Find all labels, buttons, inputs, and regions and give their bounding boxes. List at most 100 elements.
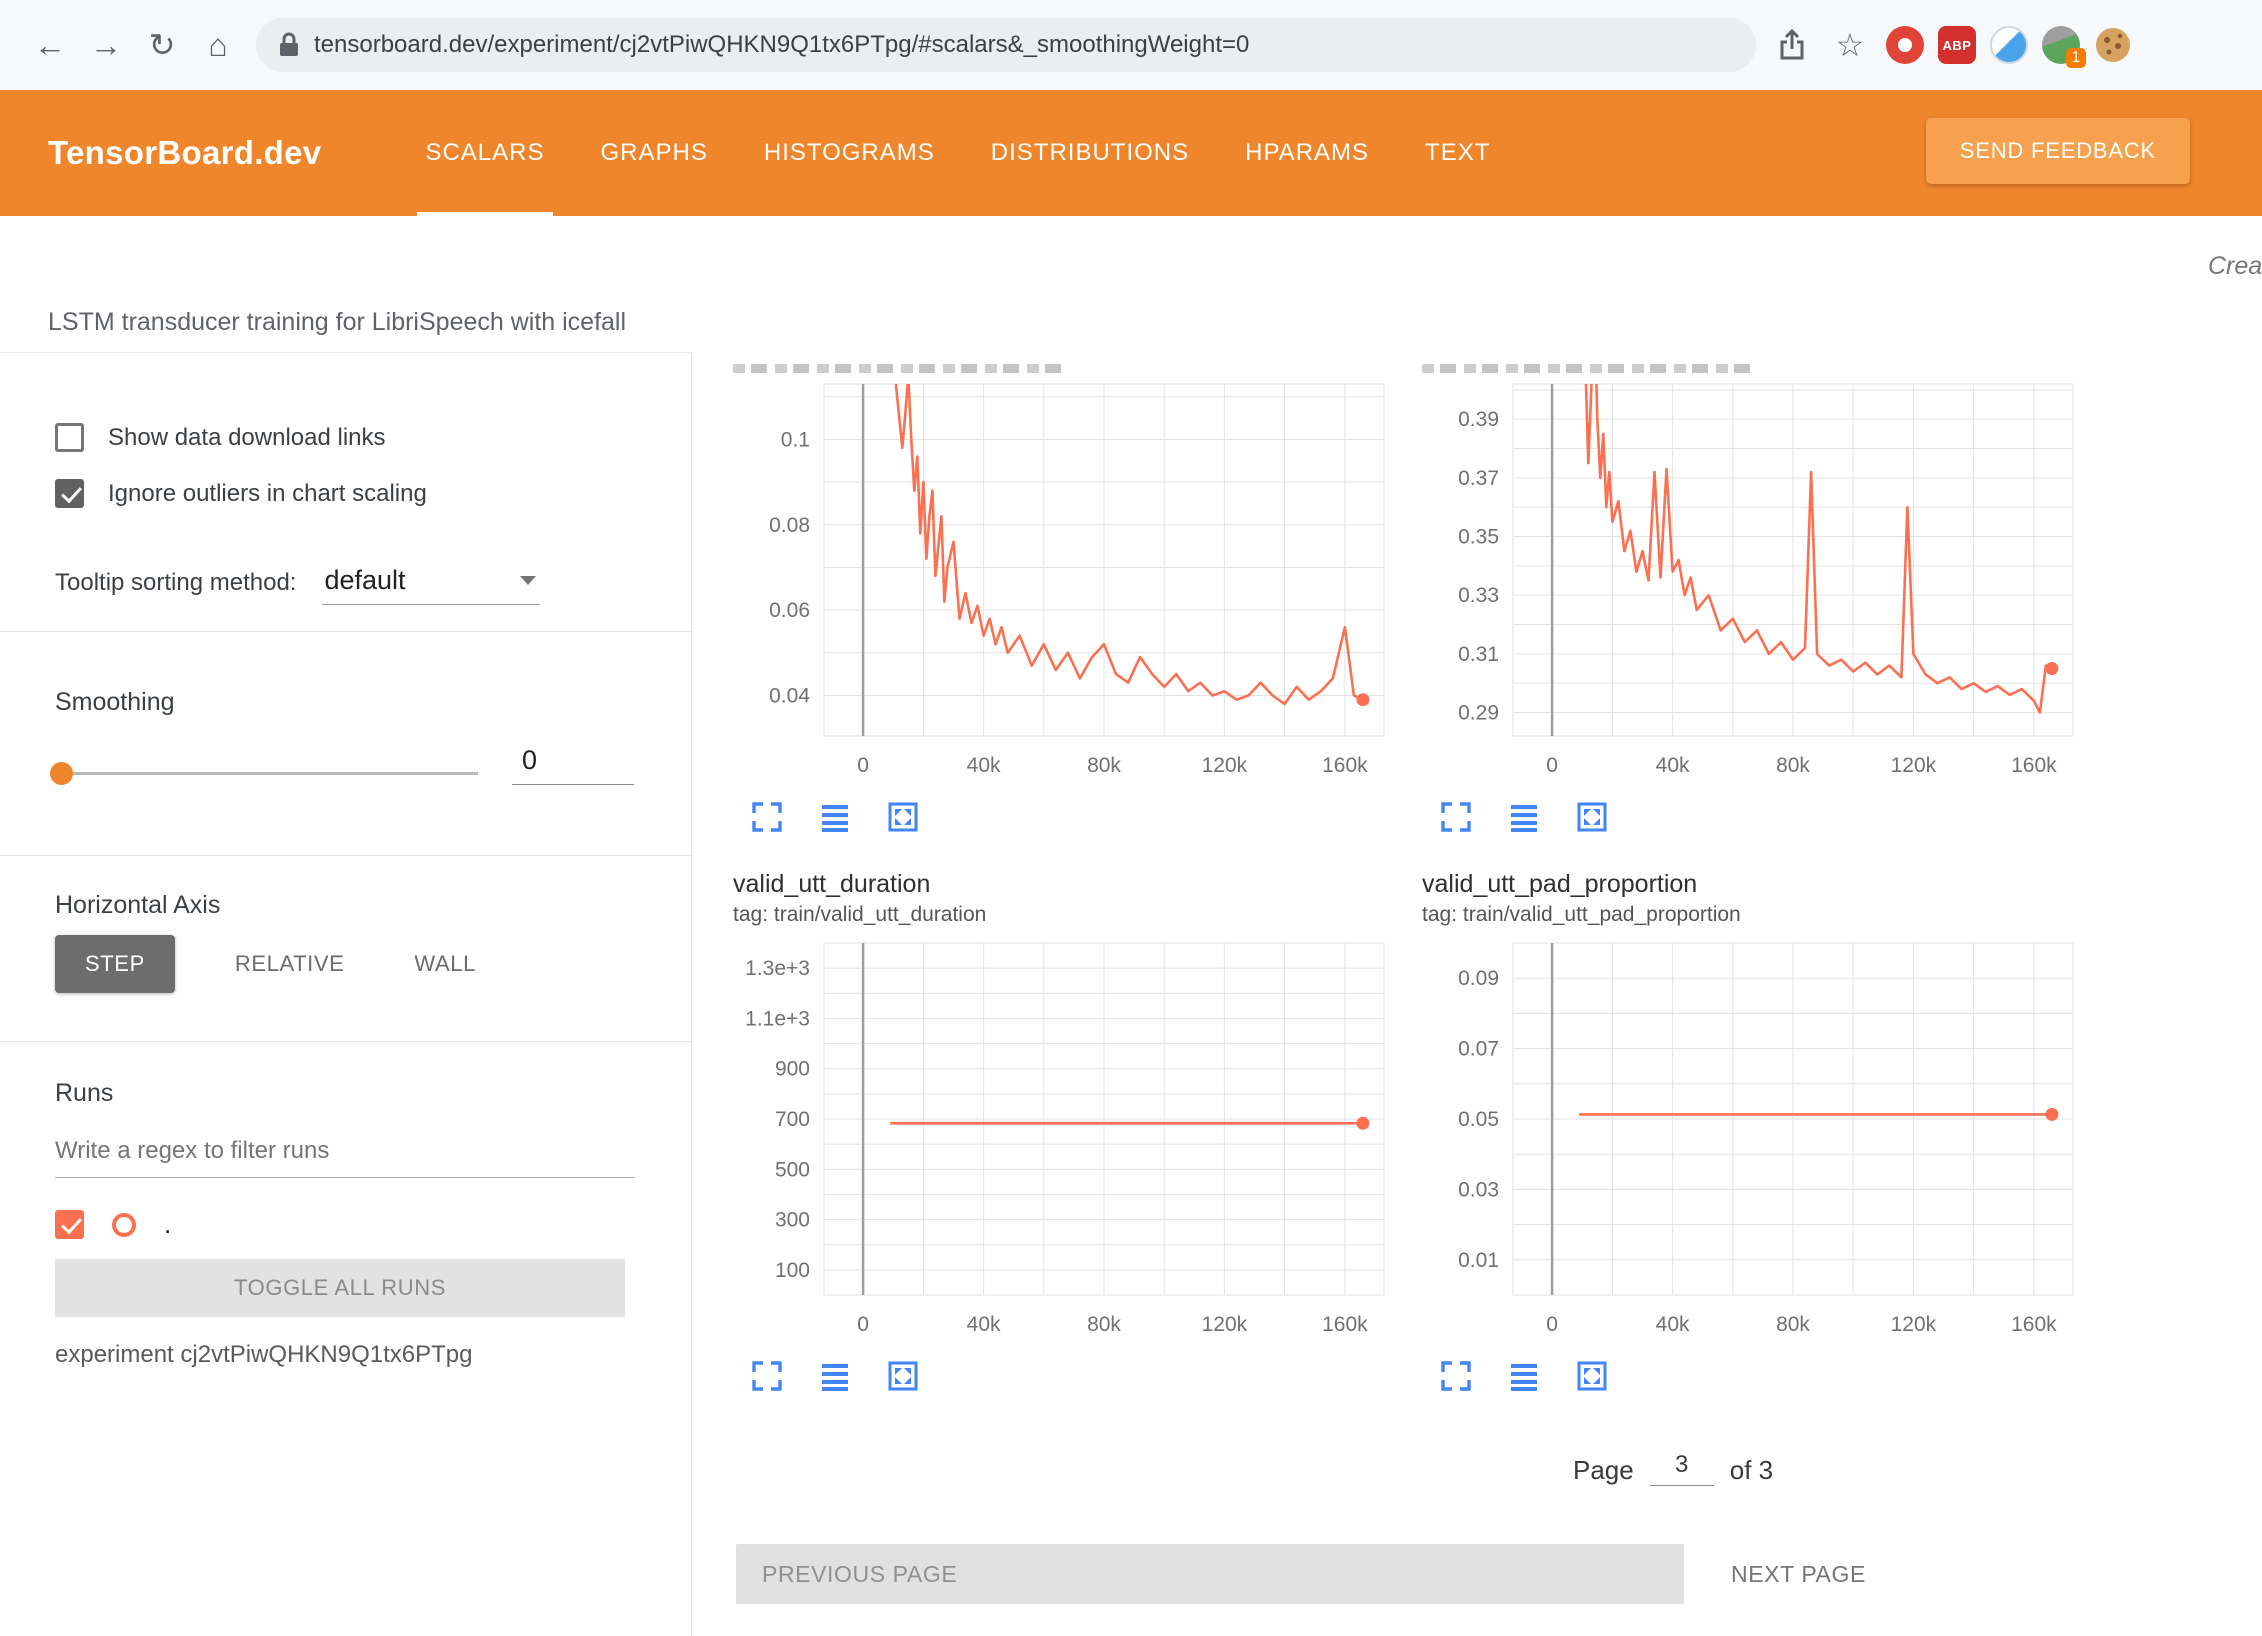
pagination: Page of 3 — [1573, 1450, 1773, 1486]
run-checkbox[interactable] — [55, 1210, 84, 1239]
clipped-chart-title — [733, 360, 1409, 374]
chart-card-top-right: 0.290.310.330.350.370.39040k80k120k160k — [1418, 360, 2098, 833]
chart-canvas[interactable]: 1003005007009001.1e+31.3e+3040k80k120k16… — [729, 933, 1409, 1350]
svg-text:0.01: 0.01 — [1458, 1249, 1499, 1272]
share-icon[interactable] — [1770, 17, 1814, 73]
previous-page-button[interactable]: PREVIOUS PAGE — [736, 1544, 1684, 1604]
browser-chrome: ← → ↻ ⌂ tensorboard.dev/experiment/cj2vt… — [0, 0, 2262, 90]
chart-title: valid_utt_duration — [733, 870, 1409, 900]
show-download-links-checkbox[interactable] — [55, 423, 84, 452]
svg-text:0.08: 0.08 — [769, 514, 810, 537]
svg-text:0.37: 0.37 — [1458, 467, 1499, 490]
clipped-chart-title — [1422, 360, 2098, 374]
profile-extension-icon[interactable]: 1 — [2042, 26, 2080, 64]
smoothing-value-input[interactable]: 0 — [512, 745, 634, 785]
abp-extension-icon[interactable]: ABP — [1938, 26, 1976, 64]
fit-domain-button[interactable] — [887, 801, 919, 833]
svg-text:0: 0 — [857, 754, 869, 777]
show-download-links-row: Show data download links — [55, 423, 386, 452]
ignore-outliers-label: Ignore outliers in chart scaling — [108, 480, 427, 508]
svg-text:0: 0 — [1546, 754, 1558, 777]
chart-tag: tag: train/valid_utt_duration — [733, 903, 1409, 927]
divider — [0, 855, 691, 856]
log-scale-button[interactable] — [819, 1360, 851, 1392]
tooltip-sorting-value: default — [324, 565, 405, 596]
chevron-down-icon — [520, 576, 536, 585]
bookmark-star-icon[interactable]: ☆ — [1828, 17, 1872, 73]
log-scale-button[interactable] — [819, 801, 851, 833]
cookie-extension-icon[interactable] — [2094, 26, 2132, 64]
horizontal-axis-options: STEP RELATIVE WALL — [55, 935, 486, 993]
svg-text:0.39: 0.39 — [1458, 408, 1499, 431]
blue-extension-icon[interactable] — [1990, 26, 2028, 64]
clipped-right-link[interactable]: Crea — [2208, 252, 2262, 281]
url-text[interactable]: tensorboard.dev/experiment/cj2vtPiwQHKN9… — [314, 31, 1249, 59]
run-color-swatch-icon[interactable] — [112, 1213, 136, 1237]
svg-text:40k: 40k — [967, 1313, 1001, 1336]
subheader: Crea LSTM transducer training for LibriS… — [0, 216, 2262, 352]
lock-icon — [278, 31, 300, 59]
next-page-button[interactable]: NEXT PAGE — [1713, 1544, 1884, 1604]
tab-hparams[interactable]: HPARAMS — [1245, 90, 1369, 216]
runs-filter-input[interactable] — [55, 1131, 635, 1178]
tab-distributions[interactable]: DISTRIBUTIONS — [991, 90, 1189, 216]
svg-text:0: 0 — [857, 1313, 869, 1336]
log-scale-button[interactable] — [1508, 1360, 1540, 1392]
svg-text:40k: 40k — [1656, 754, 1690, 777]
svg-text:1.1e+3: 1.1e+3 — [745, 1007, 810, 1030]
expand-chart-button[interactable] — [1440, 801, 1472, 833]
svg-text:40k: 40k — [1656, 1313, 1690, 1336]
svg-text:0.09: 0.09 — [1458, 967, 1499, 990]
svg-text:160k: 160k — [2011, 1313, 2057, 1336]
expand-chart-button[interactable] — [1440, 1360, 1472, 1392]
charts-panel: 0.040.060.080.1040k80k120k160k 0.290.310… — [693, 352, 2262, 1636]
adblock-extension-icon[interactable] — [1886, 26, 1924, 64]
expand-chart-button[interactable] — [751, 801, 783, 833]
ignore-outliers-checkbox[interactable] — [55, 479, 84, 508]
chart-card-valid-utt-duration: valid_utt_duration tag: train/valid_utt_… — [729, 870, 1409, 1392]
axis-step-button[interactable]: STEP — [55, 935, 175, 993]
experiment-id-label: experiment cj2vtPiwQHKN9Q1tx6PTpg — [55, 1341, 473, 1369]
chart-actions — [751, 801, 1409, 833]
tab-graphs[interactable]: GRAPHS — [601, 90, 708, 216]
reload-button[interactable]: ↻ — [134, 17, 190, 73]
send-feedback-button[interactable]: SEND FEEDBACK — [1926, 118, 2190, 184]
log-scale-button[interactable] — [1508, 801, 1540, 833]
tooltip-sorting-select[interactable]: default — [322, 565, 540, 605]
chart-actions — [751, 1360, 1409, 1392]
fit-domain-button[interactable] — [887, 1360, 919, 1392]
fit-domain-button[interactable] — [1576, 801, 1608, 833]
svg-text:0.04: 0.04 — [769, 685, 810, 708]
address-bar[interactable]: tensorboard.dev/experiment/cj2vtPiwQHKN9… — [256, 18, 1756, 72]
axis-wall-button[interactable]: WALL — [404, 935, 486, 993]
chart-canvas[interactable]: 0.040.060.080.1040k80k120k160k — [729, 374, 1409, 791]
svg-text:40k: 40k — [967, 754, 1001, 777]
smoothing-slider-thumb[interactable] — [50, 762, 73, 785]
axis-relative-button[interactable]: RELATIVE — [225, 935, 355, 993]
svg-text:0.29: 0.29 — [1458, 702, 1499, 725]
expand-chart-button[interactable] — [751, 1360, 783, 1392]
page-number-input[interactable] — [1650, 1450, 1714, 1486]
chart-canvas[interactable]: 0.010.030.050.070.09040k80k120k160k — [1418, 933, 2098, 1350]
svg-text:300: 300 — [775, 1209, 810, 1232]
back-button[interactable]: ← — [22, 17, 78, 73]
svg-text:120k: 120k — [1891, 1313, 1937, 1336]
chart-canvas[interactable]: 0.290.310.330.350.370.39040k80k120k160k — [1418, 374, 2098, 791]
run-name: . — [164, 1209, 171, 1240]
page-total-label: of 3 — [1730, 1455, 1773, 1486]
tab-scalars[interactable]: SCALARS — [425, 90, 544, 216]
forward-button[interactable]: → — [78, 17, 134, 73]
chart-card-top-left: 0.040.060.080.1040k80k120k160k — [729, 360, 1409, 833]
app-logo: TensorBoard.dev — [48, 134, 321, 172]
toggle-all-runs-button[interactable]: TOGGLE ALL RUNS — [55, 1259, 625, 1317]
tab-histograms[interactable]: HISTOGRAMS — [764, 90, 935, 216]
chart-actions — [1440, 801, 2098, 833]
fit-domain-button[interactable] — [1576, 1360, 1608, 1392]
svg-text:80k: 80k — [1087, 754, 1121, 777]
svg-text:0.06: 0.06 — [769, 599, 810, 622]
smoothing-slider-track[interactable] — [58, 772, 478, 775]
svg-text:500: 500 — [775, 1158, 810, 1181]
home-button[interactable]: ⌂ — [190, 17, 246, 73]
show-download-links-label: Show data download links — [108, 424, 386, 452]
tab-text[interactable]: TEXT — [1425, 90, 1490, 216]
